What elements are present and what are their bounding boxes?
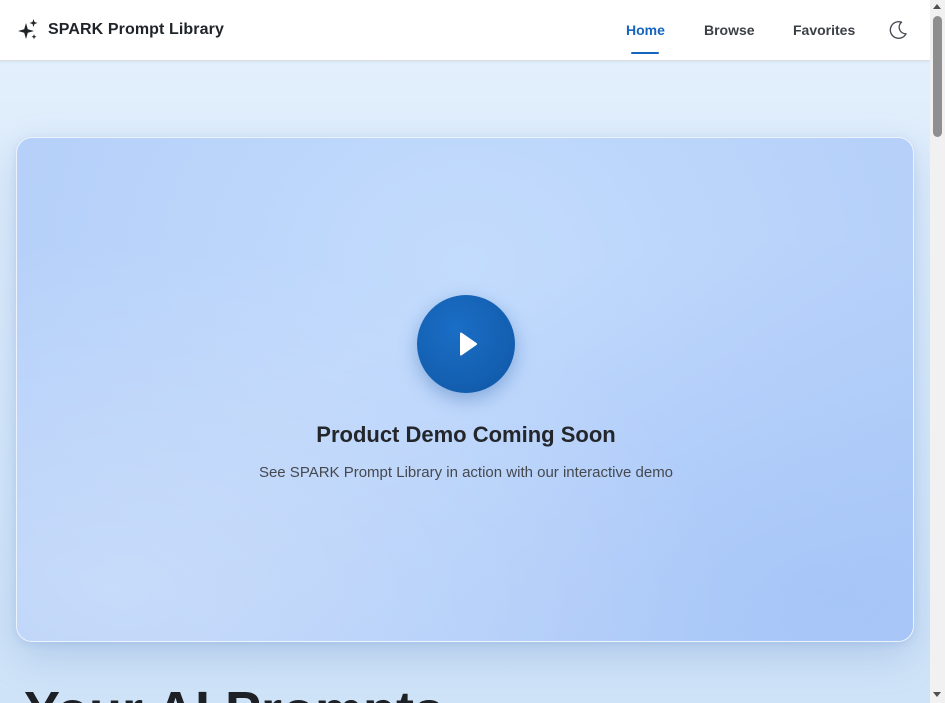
- play-demo-button[interactable]: [417, 295, 515, 393]
- brand[interactable]: SPARK Prompt Library: [18, 19, 224, 41]
- demo-title: Product Demo Coming Soon: [316, 422, 616, 447]
- prompts-section-heading: Your AI Prompts: [24, 684, 444, 703]
- page-viewport: SPARK Prompt Library Home Browse Favorit…: [0, 0, 930, 703]
- nav-browse[interactable]: Browse: [704, 22, 755, 38]
- scroll-down-arrow-icon[interactable]: [933, 692, 941, 697]
- scrollbar-thumb[interactable]: [933, 16, 942, 137]
- top-navigation-bar: SPARK Prompt Library Home Browse Favorit…: [0, 0, 930, 61]
- vertical-scrollbar[interactable]: [930, 0, 945, 703]
- nav-home[interactable]: Home: [626, 22, 665, 38]
- active-nav-indicator: [631, 52, 659, 54]
- demo-subtitle: See SPARK Prompt Library in action with …: [258, 464, 674, 481]
- product-demo-card: Product Demo Coming Soon See SPARK Promp…: [16, 137, 914, 642]
- scroll-up-arrow-icon[interactable]: [933, 4, 941, 9]
- sparkles-icon: [18, 19, 38, 41]
- moon-icon: [887, 19, 909, 41]
- theme-toggle-button[interactable]: [887, 19, 909, 41]
- nav-favorites[interactable]: Favorites: [793, 22, 855, 38]
- brand-title: SPARK Prompt Library: [48, 21, 224, 38]
